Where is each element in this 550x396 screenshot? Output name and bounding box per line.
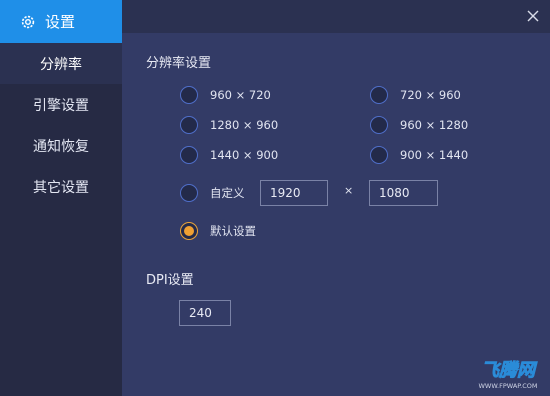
radio-button-selected[interactable] [180,222,198,240]
radio-900x1440[interactable]: 900 × 1440 [370,146,468,164]
radio-label: 960 × 1280 [400,118,469,132]
sidebar-item-other[interactable]: 其它设置 [0,166,122,207]
radio-label: 720 × 960 [400,88,461,102]
custom-height-input[interactable]: 1080 [369,180,438,206]
radio-1440x900[interactable]: 1440 × 900 [180,146,278,164]
close-icon [527,10,539,22]
radio-1280x960[interactable]: 1280 × 960 [180,116,278,134]
watermark-text: 飞腾网 [481,360,538,381]
radio-label: 自定义 [210,186,245,200]
sidebar-item-label: 分辨率 [40,56,82,73]
gear-icon [20,14,36,30]
sidebar-header: 设置 [0,0,122,43]
radio-button[interactable] [370,86,388,104]
radio-label: 960 × 720 [210,88,271,102]
title-bar [122,0,550,33]
sidebar: 设置 分辨率 引擎设置 通知恢复 其它设置 [0,0,122,396]
radio-button[interactable] [180,146,198,164]
close-button[interactable] [526,8,540,22]
radio-label: 1280 × 960 [210,118,279,132]
sidebar-item-resolution[interactable]: 分辨率 [0,43,122,84]
radio-dot [184,226,194,236]
radio-label: 默认设置 [210,224,256,238]
radio-custom[interactable]: 自定义 [180,184,245,202]
radio-default[interactable]: 默认设置 [180,222,256,240]
custom-width-input[interactable]: 1920 [260,180,328,206]
radio-button[interactable] [180,184,198,202]
radio-960x1280[interactable]: 960 × 1280 [370,116,468,134]
sidebar-item-engine[interactable]: 引擎设置 [0,84,122,125]
sidebar-item-notification[interactable]: 通知恢复 [0,125,122,166]
radio-960x720[interactable]: 960 × 720 [180,86,271,104]
dpi-section-title: DPI设置 [146,273,194,288]
settings-panel: 分辨率设置 960 × 720 720 × 960 1280 × 960 960… [122,33,550,396]
radio-button[interactable] [370,116,388,134]
radio-button[interactable] [180,116,198,134]
times-sign: × [344,184,354,197]
radio-720x960[interactable]: 720 × 960 [370,86,461,104]
radio-button[interactable] [180,86,198,104]
sidebar-item-label: 通知恢复 [33,138,89,155]
sidebar-title: 设置 [45,13,76,31]
radio-label: 900 × 1440 [400,148,469,162]
watermark-logo: 飞腾网 WWW.FPWAP.COM [478,360,538,390]
radio-label: 1440 × 900 [210,148,279,162]
resolution-section-title: 分辨率设置 [146,56,212,71]
sidebar-item-label: 其它设置 [33,179,89,196]
radio-button[interactable] [370,146,388,164]
dpi-input[interactable]: 240 [179,300,231,326]
sidebar-item-label: 引擎设置 [33,97,89,114]
watermark-url: WWW.FPWAP.COM [478,382,537,390]
